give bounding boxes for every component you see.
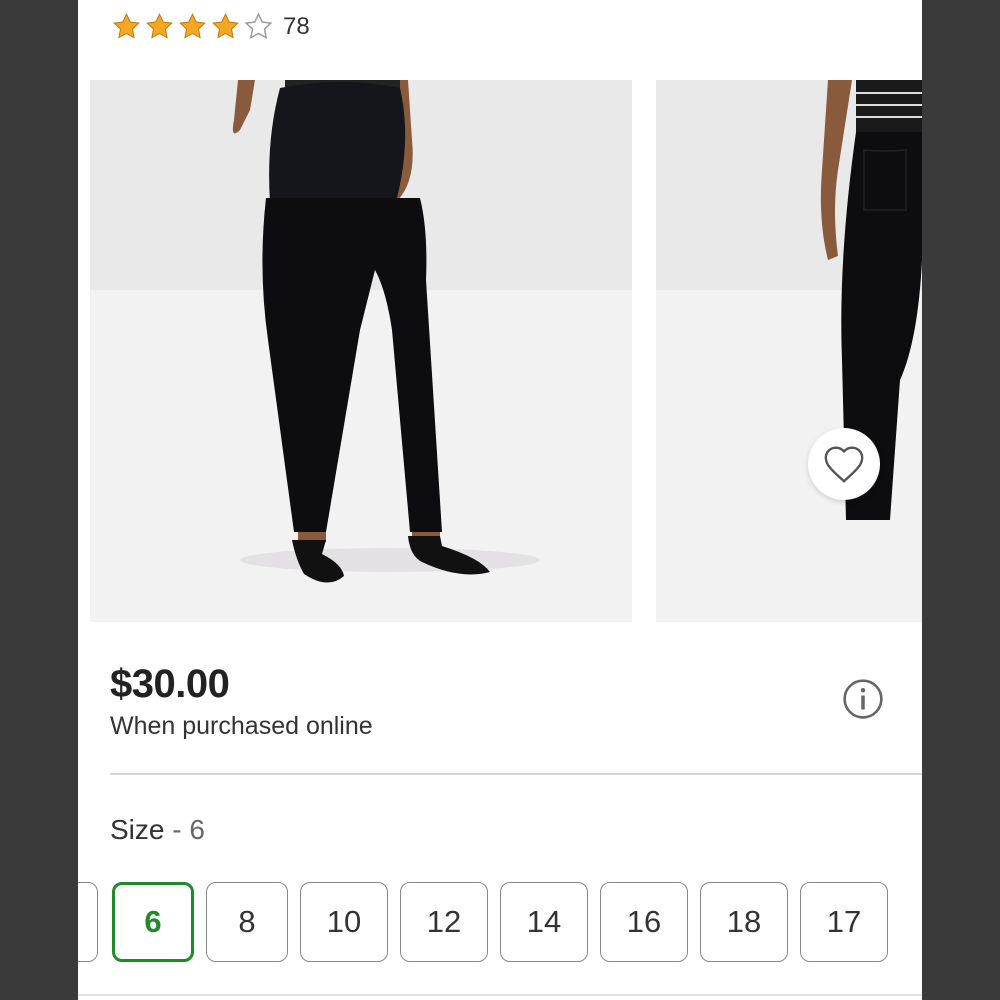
size-option-18[interactable]: 18: [700, 882, 788, 962]
price-note: When purchased online: [110, 712, 373, 740]
size-option-8[interactable]: 8: [206, 882, 288, 962]
star-icon: [146, 13, 173, 39]
product-image-next[interactable]: [656, 80, 922, 622]
product-price: $30.00: [110, 662, 230, 706]
star-empty-icon: [244, 12, 273, 39]
size-option-12[interactable]: 12: [400, 882, 488, 962]
size-selector: 6 8 10 12 14 16 18 17: [78, 882, 922, 964]
size-separator: -: [164, 814, 190, 845]
divider: [110, 773, 922, 775]
size-option-17[interactable]: 17: [800, 882, 888, 962]
left-frame: [0, 0, 78, 1000]
size-option-16[interactable]: 16: [600, 882, 688, 962]
size-option-6[interactable]: 6: [112, 882, 194, 962]
star-icon: [212, 13, 239, 39]
star-icon: [179, 13, 206, 39]
size-selected-value: 6: [189, 814, 205, 845]
heart-icon: [824, 446, 864, 483]
image-carousel[interactable]: [78, 80, 922, 622]
size-option-partial[interactable]: [78, 882, 98, 962]
favorite-button[interactable]: [808, 428, 880, 500]
size-label: Size: [110, 814, 165, 845]
info-icon[interactable]: [842, 678, 884, 720]
rating-count: 78: [283, 12, 310, 40]
size-option-14[interactable]: 14: [500, 882, 588, 962]
size-option-10[interactable]: 10: [300, 882, 388, 962]
product-image-main[interactable]: [90, 80, 632, 622]
bottom-divider: [78, 994, 922, 996]
rating-summary[interactable]: 78: [112, 12, 310, 41]
right-frame: [922, 0, 1000, 1000]
product-page: 78 $30.00 When purchased online Size - 6…: [78, 0, 922, 1000]
size-heading: Size - 6: [110, 814, 205, 846]
star-icon: [113, 13, 140, 39]
